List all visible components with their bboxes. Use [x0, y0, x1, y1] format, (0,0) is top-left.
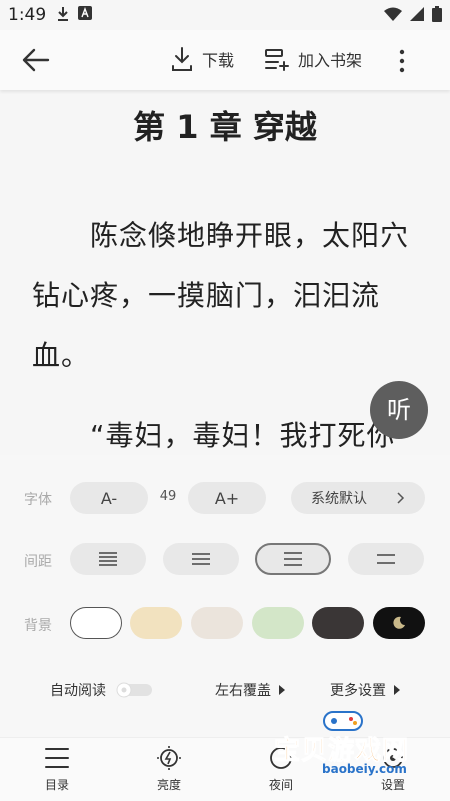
add-bookshelf-icon — [265, 49, 289, 71]
paragraph: “毒妇，毒妇！我打死你 — [32, 419, 396, 452]
status-time: 1:49 — [8, 5, 47, 25]
nav-brightness[interactable]: 亮度 — [139, 746, 199, 793]
watermark-logo: 宝贝游戏网 baobeiy.com — [268, 708, 418, 778]
watermark-url: baobeiy.com — [322, 762, 407, 776]
background-dark-swatch[interactable] — [312, 607, 364, 639]
download-label: 下载 — [202, 51, 235, 70]
font-family-button[interactable]: 系统默认 — [291, 482, 425, 514]
background-label: 背景 — [24, 618, 52, 634]
auto-read-label: 自动阅读 — [50, 683, 106, 699]
triangle-right-icon — [394, 685, 400, 695]
brightness-icon — [157, 746, 181, 770]
background-beige-swatch[interactable] — [191, 607, 243, 639]
page-turn-label: 左右覆盖 — [215, 683, 271, 699]
download-button[interactable]: 下载 — [170, 46, 234, 72]
more-options-icon[interactable] — [396, 48, 408, 74]
moon-icon — [393, 616, 405, 629]
more-settings-button[interactable]: 更多设置 — [330, 680, 400, 700]
download-notification-icon — [58, 7, 68, 21]
background-white-swatch[interactable] — [70, 607, 122, 639]
back-arrow-icon[interactable] — [20, 46, 52, 74]
nav-brightness-label: 亮度 — [156, 778, 181, 792]
chevron-right-icon — [397, 492, 405, 504]
font-increase-button[interactable]: A+ — [188, 482, 266, 514]
signal-icon — [410, 7, 424, 21]
page-turn-style-button[interactable]: 左右覆盖 — [215, 680, 285, 700]
spacing-wide-icon — [284, 552, 302, 566]
nav-night-label: 夜间 — [268, 778, 293, 792]
background-parchment-swatch[interactable] — [130, 607, 182, 639]
font-decrease-button[interactable]: A- — [70, 482, 148, 514]
spacing-option-wider[interactable] — [348, 543, 424, 575]
spacing-label: 间距 — [24, 554, 52, 570]
status-bar: 1:49 — [0, 0, 450, 30]
nav-toc-label: 目录 — [44, 778, 69, 792]
spacing-normal-icon — [192, 553, 210, 565]
more-settings-label: 更多设置 — [330, 683, 386, 699]
download-icon — [172, 47, 192, 71]
nav-settings-label: 设置 — [380, 778, 405, 792]
spacing-wider-icon — [377, 554, 395, 564]
font-size-value: 49 — [159, 489, 177, 504]
auto-read-control[interactable]: 自动阅读 — [50, 680, 154, 700]
list-icon — [45, 748, 69, 768]
battery-icon — [432, 6, 442, 22]
triangle-right-icon — [279, 685, 285, 695]
add-to-bookshelf-button[interactable]: 加入书架 — [264, 46, 362, 72]
reading-settings-panel: 字体 A- 49 A+ 系统默认 间距 背景 自动阅读 左右覆盖 更多设置 — [0, 455, 450, 737]
nav-toc[interactable]: 目录 — [27, 746, 87, 793]
app-notification-icon — [78, 6, 92, 20]
font-family-value: 系统默认 — [311, 491, 367, 507]
background-night-swatch[interactable] — [373, 607, 425, 639]
paragraph: 陈念倏地睁开眼，太阳穴钻心疼，一摸脑门，汩汩流血。 — [32, 219, 410, 372]
spacing-option-tight[interactable] — [70, 543, 146, 575]
spacing-tight-icon — [99, 552, 117, 566]
reader-toolbar: 下载 加入书架 — [0, 30, 450, 90]
chapter-title: 第 1 章 穿越 — [133, 108, 317, 146]
listen-button[interactable]: 听 — [370, 381, 428, 439]
spacing-option-normal[interactable] — [163, 543, 239, 575]
font-label: 字体 — [24, 492, 52, 508]
background-green-swatch[interactable] — [252, 607, 304, 639]
bookshelf-label: 加入书架 — [298, 51, 363, 70]
spacing-option-wide[interactable] — [255, 543, 331, 575]
wifi-icon — [384, 7, 402, 21]
auto-read-toggle[interactable] — [114, 682, 154, 698]
